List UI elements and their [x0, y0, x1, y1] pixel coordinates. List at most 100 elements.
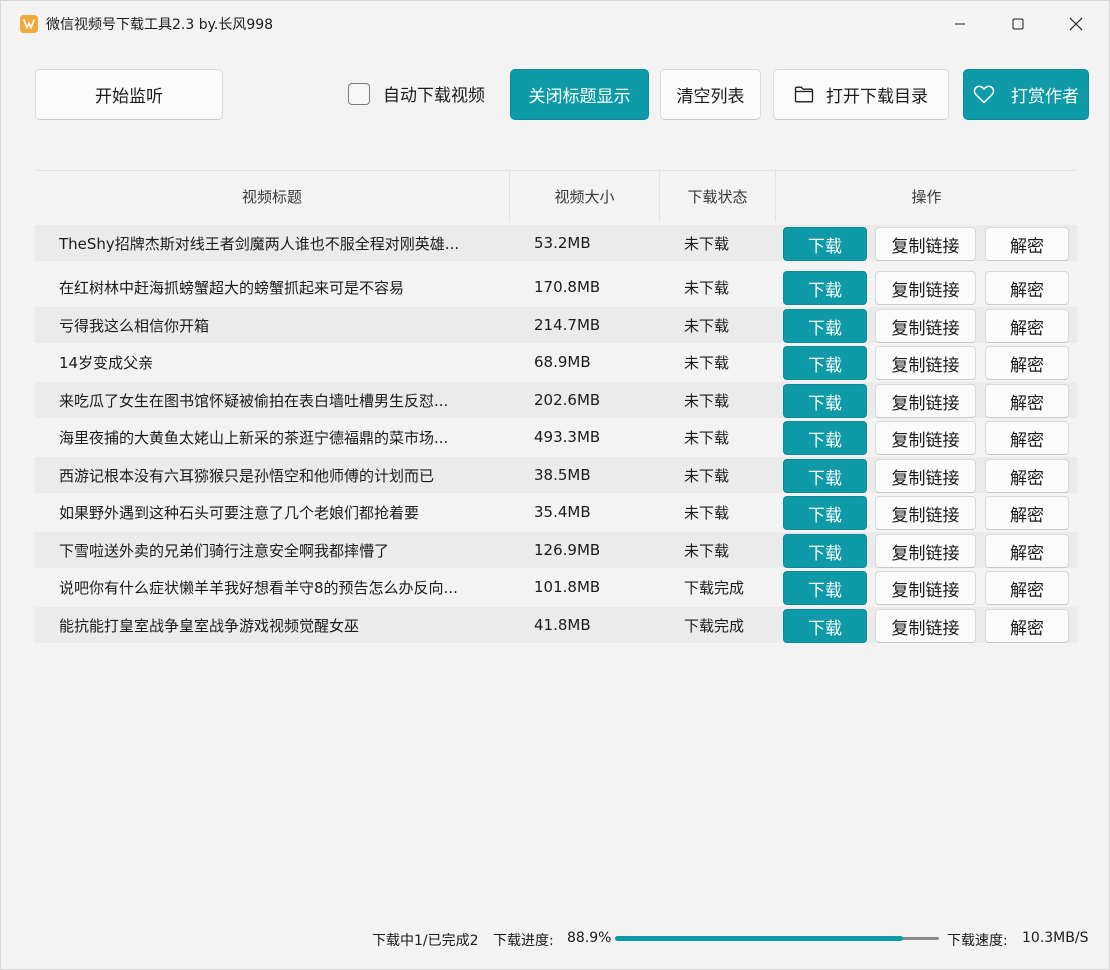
header-status[interactable]: 下载状态: [660, 171, 776, 222]
hide-title-label: 关闭标题显示: [528, 87, 631, 107]
maximize-icon: [1012, 18, 1024, 30]
heart-icon: [973, 85, 995, 104]
video-title-cell: 能抗能打皇室战争皇室战争游戏视频觉醒女巫: [59, 616, 360, 635]
video-title-cell: 来吃瓜了女生在图书馆怀疑被偷拍在表白墙吐槽男生反怼...: [59, 391, 449, 410]
decrypt-button[interactable]: 解密: [985, 346, 1069, 380]
progress-label: 下载进度:: [493, 933, 554, 949]
copy-link-button[interactable]: 复制链接: [875, 309, 976, 343]
table-row[interactable]: 来吃瓜了女生在图书馆怀疑被偷拍在表白墙吐槽男生反怼... 202.6MB 未下载 下载…: [35, 382, 1077, 418]
copy-link-button[interactable]: 复制链接: [875, 496, 976, 530]
decrypt-button[interactable]: 解密: [985, 459, 1069, 493]
app-window: 微信视频号下载工具2.3 by.长风998 开始监听 自动下载视频 关闭标题显示…: [0, 0, 1110, 970]
download-button[interactable]: 下载: [783, 421, 867, 455]
decrypt-button[interactable]: 解密: [985, 227, 1069, 261]
table-row[interactable]: 能抗能打皇室战争皇室战争游戏视频觉醒女巫 41.8MB 下载完成 下载 复制链接 解密: [35, 607, 1077, 643]
download-button[interactable]: 下载: [783, 459, 867, 493]
table-row[interactable]: 下雪啦送外卖的兄弟们骑行注意安全啊我都摔懵了 126.9MB 未下载 下载 复制链接 解密: [35, 532, 1077, 568]
download-status-cell: 未下载: [684, 316, 730, 335]
copy-link-button[interactable]: 复制链接: [875, 609, 976, 643]
download-button[interactable]: 下载: [783, 609, 867, 643]
clear-list-button[interactable]: 清空列表: [660, 69, 761, 120]
table-header: 视频标题 视频大小 下载状态 操作: [35, 170, 1077, 222]
progress-fill: [615, 936, 903, 941]
video-title-cell: TheShy招牌杰斯对线王者剑魔两人谁也不服全程对刚英雄...: [59, 234, 460, 253]
decrypt-button[interactable]: 解密: [985, 421, 1069, 455]
table-row[interactable]: 亏得我这么相信你开箱 214.7MB 未下载 下载 复制链接 解密: [35, 307, 1077, 343]
download-status-cell: 未下载: [684, 466, 730, 485]
close-icon: [1069, 17, 1083, 31]
start-listen-button[interactable]: 开始监听: [35, 69, 223, 120]
auto-download-toggle[interactable]: 自动下载视频: [348, 81, 485, 106]
table-row[interactable]: 14岁变成父亲 68.9MB 未下载 下载 复制链接 解密: [35, 344, 1077, 380]
download-status-cell: 未下载: [684, 353, 730, 372]
decrypt-button[interactable]: 解密: [985, 309, 1069, 343]
download-status-cell: 未下载: [684, 391, 730, 410]
copy-link-button[interactable]: 复制链接: [875, 421, 976, 455]
copy-link-button[interactable]: 复制链接: [875, 534, 976, 568]
table-row[interactable]: 说吧你有什么症状懒羊羊我好想看羊守8的预告怎么办反向... 101.8MB 下载完成…: [35, 569, 1077, 605]
maximize-button[interactable]: [989, 1, 1047, 47]
header-size[interactable]: 视频大小: [510, 171, 660, 222]
progress-bar: [615, 936, 939, 941]
table-row[interactable]: 在红树林中赶海抓螃蟹超大的螃蟹抓起来可是不容易 170.8MB 未下载 下载 复制链接解…: [35, 269, 1077, 305]
donate-button[interactable]: 打赏作者: [963, 69, 1089, 120]
copy-link-button[interactable]: 复制链接: [875, 271, 976, 305]
copy-link-button[interactable]: 复制链接: [875, 346, 976, 380]
video-size-cell: 202.6MB: [534, 391, 601, 409]
video-size-cell: 214.7MB: [534, 316, 601, 334]
download-status-cell: 未下载: [684, 278, 730, 297]
auto-download-checkbox[interactable]: [348, 82, 370, 105]
window-title: 微信视频号下载工具2.3 by.长风998: [46, 17, 274, 33]
close-button[interactable]: [1047, 1, 1105, 47]
copy-link-button[interactable]: 复制链接: [875, 571, 976, 605]
download-status-cell: 下载完成: [684, 616, 745, 635]
auto-download-label: 自动下载视频: [383, 86, 485, 106]
decrypt-button[interactable]: 解密: [985, 496, 1069, 530]
download-button[interactable]: 下载: [783, 309, 867, 343]
copy-link-button[interactable]: 复制链接: [875, 227, 976, 261]
decrypt-button[interactable]: 解密: [985, 571, 1069, 605]
decrypt-button[interactable]: 解密: [985, 271, 1069, 305]
video-title-cell: 西游记根本没有六耳猕猴只是孙悟空和他师傅的计划而已: [59, 466, 435, 485]
app-logo-icon: [20, 15, 38, 33]
download-button[interactable]: 下载: [783, 534, 867, 568]
download-button[interactable]: 下载: [783, 384, 867, 418]
download-status-cell: 未下载: [684, 428, 730, 447]
table-row[interactable]: 海里夜捕的大黄鱼太姥山上新采的茶逛宁德福鼎的菜市场... 493.3MB 未下载 下载…: [35, 419, 1077, 455]
download-status-cell: 未下载: [684, 234, 730, 253]
video-size-cell: 68.9MB: [534, 353, 591, 371]
download-status-cell: 未下载: [684, 503, 730, 522]
video-size-cell: 126.9MB: [534, 541, 601, 559]
table-row[interactable]: 西游记根本没有六耳猕猴只是孙悟空和他师傅的计划而已 38.5MB 未下载 下载 复制链接…: [35, 457, 1077, 493]
header-ops[interactable]: 操作: [776, 171, 1077, 222]
video-title-cell: 海里夜捕的大黄鱼太姥山上新采的茶逛宁德福鼎的菜市场...: [59, 428, 449, 447]
video-size-cell: 493.3MB: [534, 428, 601, 446]
download-button[interactable]: 下载: [783, 571, 867, 605]
copy-link-button[interactable]: 复制链接: [875, 459, 976, 493]
copy-link-button[interactable]: 复制链接: [875, 384, 976, 418]
table-row[interactable]: 如果野外遇到这种石头可要注意了几个老娘们都抢着要 35.4MB 未下载 下载 复制链接解…: [35, 494, 1077, 530]
download-count-text: 下载中1/已完成2: [372, 933, 479, 949]
video-title-cell: 下雪啦送外卖的兄弟们骑行注意安全啊我都摔懵了: [59, 541, 390, 560]
table-row[interactable]: TheShy招牌杰斯对线王者剑魔两人谁也不服全程对刚英雄... 53.2MB 未下载…: [35, 225, 1077, 261]
open-download-dir-button[interactable]: 打开下载目录: [773, 69, 949, 120]
decrypt-button[interactable]: 解密: [985, 534, 1069, 568]
folder-icon: [794, 86, 814, 103]
video-title-cell: 14岁变成父亲: [59, 353, 154, 372]
decrypt-button[interactable]: 解密: [985, 384, 1069, 418]
video-title-cell: 如果野外遇到这种石头可要注意了几个老娘们都抢着要: [59, 503, 420, 522]
download-button[interactable]: 下载: [783, 227, 867, 261]
download-button[interactable]: 下载: [783, 496, 867, 530]
video-size-cell: 53.2MB: [534, 234, 591, 252]
download-status-cell: 未下载: [684, 541, 730, 560]
start-listen-label: 开始监听: [95, 87, 163, 107]
decrypt-button[interactable]: 解密: [985, 609, 1069, 643]
download-button[interactable]: 下载: [783, 346, 867, 380]
video-size-cell: 35.4MB: [534, 503, 591, 521]
download-button[interactable]: 下载: [783, 271, 867, 305]
download-status-cell: 下载完成: [684, 578, 745, 597]
open-download-dir-label: 打开下载目录: [826, 87, 928, 107]
header-title[interactable]: 视频标题: [35, 171, 510, 222]
hide-title-button[interactable]: 关闭标题显示: [510, 69, 649, 120]
minimize-button[interactable]: [931, 1, 989, 47]
